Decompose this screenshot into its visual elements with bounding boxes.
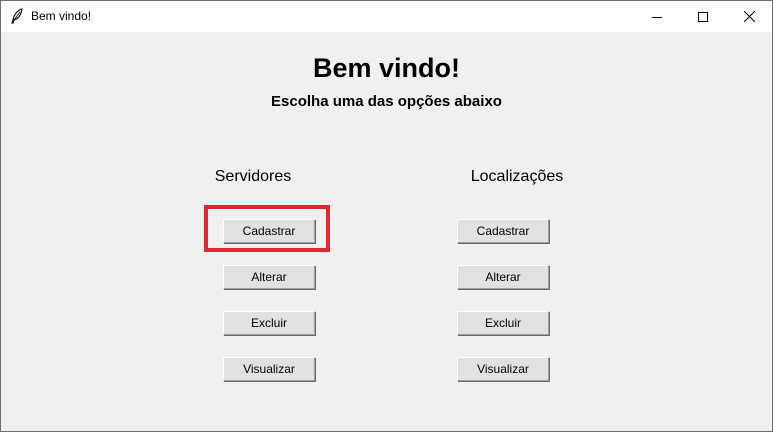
minimize-icon bbox=[652, 12, 662, 22]
servidores-excluir-button[interactable]: Excluir bbox=[223, 311, 315, 335]
localizacoes-visualizar-button[interactable]: Visualizar bbox=[457, 357, 549, 381]
feather-icon bbox=[10, 8, 24, 24]
localizacoes-excluir-button[interactable]: Excluir bbox=[457, 311, 549, 335]
app-window: Bem vindo! Bem vindo! Escolha uma das op… bbox=[0, 0, 773, 432]
localizacoes-cadastrar-button[interactable]: Cadastrar bbox=[457, 219, 549, 243]
maximize-icon bbox=[698, 11, 708, 22]
close-button[interactable] bbox=[726, 1, 772, 32]
page-subtitle: Escolha uma das opções abaixo bbox=[271, 93, 502, 110]
maximize-button[interactable] bbox=[680, 1, 726, 32]
close-icon bbox=[743, 11, 755, 22]
servidores-alterar-button[interactable]: Alterar bbox=[223, 265, 315, 289]
servidores-cadastrar-button[interactable]: Cadastrar bbox=[223, 219, 315, 243]
main-content: Bem vindo! Escolha uma das opções abaixo… bbox=[1, 32, 772, 431]
title-bar[interactable]: Bem vindo! bbox=[1, 1, 772, 32]
localizacoes-alterar-button[interactable]: Alterar bbox=[457, 265, 549, 289]
minimize-button[interactable] bbox=[634, 1, 680, 32]
localizacoes-label: Localizações bbox=[470, 168, 564, 185]
servidores-label: Servidores bbox=[214, 168, 292, 185]
window-title: Bem vindo! bbox=[31, 9, 92, 23]
servidores-visualizar-button[interactable]: Visualizar bbox=[223, 357, 315, 381]
page-title: Bem vindo! bbox=[312, 53, 460, 83]
